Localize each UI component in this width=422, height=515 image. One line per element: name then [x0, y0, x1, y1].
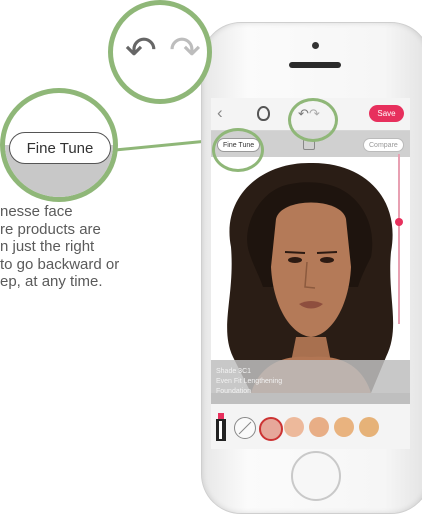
home-button[interactable] — [291, 451, 341, 501]
product-type: Foundation — [216, 388, 252, 395]
chevron-left-icon[interactable]: ‹ — [217, 104, 223, 122]
fine-tune-button-magnified: Fine Tune — [9, 132, 111, 164]
caption-line: re products are — [0, 220, 101, 238]
foundation-bottle-icon[interactable] — [215, 413, 229, 441]
no-shade-swatch[interactable] — [234, 417, 256, 439]
product-info-bar: Shade 3C1 Even Fit Lengthening Foundatio… — [211, 360, 410, 404]
model-portrait-image — [211, 157, 410, 393]
caption-line: to go backward or — [0, 255, 120, 273]
caption-text: nesse face re products are n just the ri… — [0, 203, 160, 291]
shade-swatch[interactable] — [309, 417, 329, 437]
speaker-grille — [289, 62, 341, 68]
shade-swatch[interactable] — [259, 417, 283, 441]
slash-icon — [238, 421, 252, 435]
fine-tune-magnifier: Fine Tune — [0, 88, 118, 202]
caption-line: n just the right — [0, 238, 95, 255]
product-name: Even Fit Lengthening — [216, 378, 283, 385]
fine-tune-highlight-ring — [212, 128, 264, 172]
product-shade: Shade 3C1 — [216, 368, 252, 375]
shade-swatch[interactable] — [284, 417, 304, 437]
face-icon[interactable] — [257, 106, 270, 121]
intensity-slider-handle[interactable] — [395, 218, 403, 226]
intensity-slider-track[interactable] — [398, 154, 400, 324]
shade-swatch[interactable] — [334, 417, 354, 437]
undo-arrow-icon: ↶ — [125, 30, 157, 72]
redo-arrow-icon: ↷ — [169, 30, 201, 72]
compare-button[interactable]: Compare — [363, 138, 404, 152]
undo-redo-magnifier: ↶ ↷ — [108, 0, 212, 104]
undo-redo-highlight-ring — [288, 98, 338, 142]
caption-line: ep, at any time. — [0, 273, 103, 290]
model-photo — [211, 157, 410, 393]
save-button[interactable]: Save — [369, 105, 404, 122]
front-camera — [312, 42, 319, 49]
caption-line: nesse face — [0, 203, 73, 220]
shade-swatch[interactable] — [359, 417, 379, 437]
shade-swatch-bar — [211, 404, 410, 449]
